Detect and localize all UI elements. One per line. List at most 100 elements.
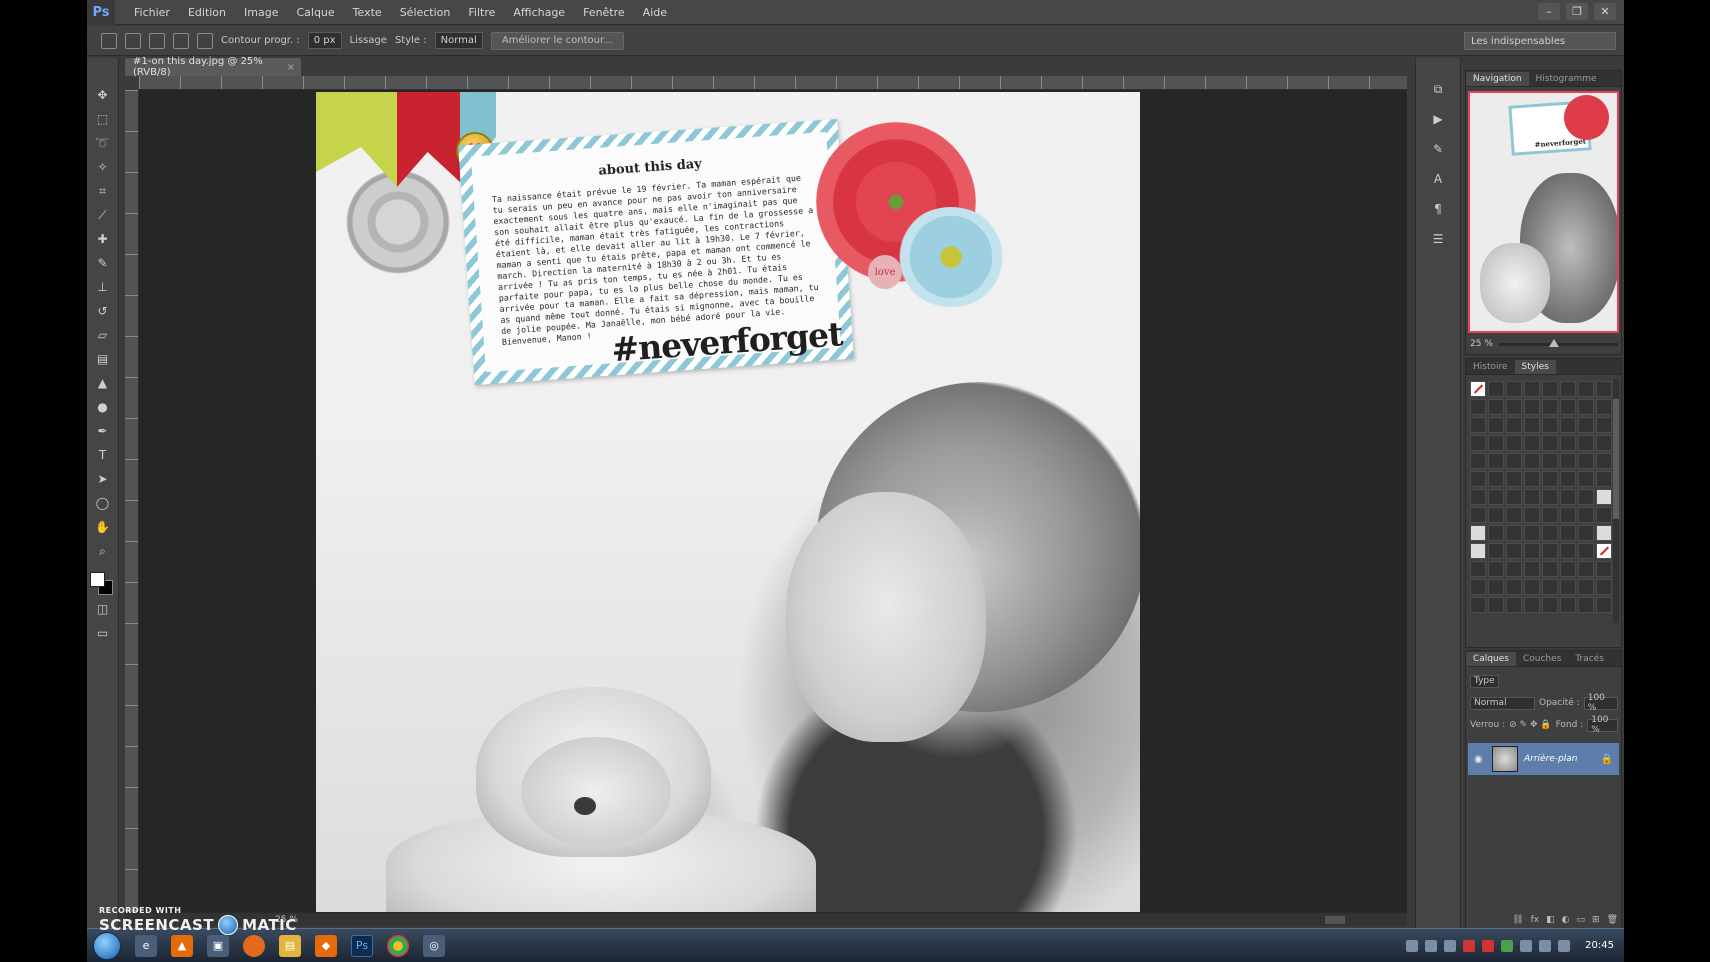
layer-background[interactable]: ◉ Arrière-plan 🔒 xyxy=(1468,743,1619,775)
tab-navigation[interactable]: Navigation xyxy=(1466,72,1529,86)
style-swatch[interactable] xyxy=(1470,381,1486,397)
styles-scroll-thumb[interactable] xyxy=(1613,399,1619,519)
paragraph-panel-icon[interactable]: ¶ xyxy=(1427,198,1449,220)
screen-mode-icon[interactable]: ▭ xyxy=(92,622,114,644)
style-swatch[interactable] xyxy=(1560,597,1576,613)
fill-input[interactable]: 100 % xyxy=(1587,715,1618,735)
style-swatch[interactable] xyxy=(1560,453,1576,469)
menu-fenetre[interactable]: Fenêtre xyxy=(574,6,634,19)
style-swatch[interactable] xyxy=(1578,399,1594,415)
taskbar-chrome-icon[interactable] xyxy=(387,934,409,957)
brushes-panel-icon[interactable]: ✎ xyxy=(1427,138,1449,160)
style-swatch[interactable] xyxy=(1542,399,1558,415)
color-swatches[interactable] xyxy=(89,572,116,598)
style-swatch[interactable] xyxy=(1542,489,1558,505)
style-swatch[interactable] xyxy=(1524,435,1540,451)
type-tool-icon[interactable]: T xyxy=(92,444,114,466)
style-swatch[interactable] xyxy=(1578,381,1594,397)
taskbar-clock[interactable]: 20:45 xyxy=(1585,940,1614,951)
feather-input[interactable]: 0 px xyxy=(307,32,342,49)
dodge-tool-icon[interactable]: ● xyxy=(92,396,114,418)
lock-icons[interactable]: ⊘ ✎ ✥ 🔒 xyxy=(1509,720,1551,730)
style-swatch[interactable] xyxy=(1488,489,1504,505)
style-swatch[interactable] xyxy=(1488,507,1504,523)
tray-power-icon[interactable] xyxy=(1558,939,1571,952)
canvas-area[interactable]: ♥ about this day Ta naissance était prév… xyxy=(139,90,1407,912)
style-swatch[interactable] xyxy=(1560,507,1576,523)
style-swatch[interactable] xyxy=(1506,543,1522,559)
actions-panel-icon[interactable]: ▶ xyxy=(1427,108,1449,130)
style-swatch[interactable] xyxy=(1470,435,1486,451)
horizontal-ruler[interactable] xyxy=(139,76,1407,90)
style-swatch[interactable] xyxy=(1524,471,1540,487)
style-swatch[interactable] xyxy=(1578,417,1594,433)
style-swatch[interactable] xyxy=(1542,543,1558,559)
style-swatch[interactable] xyxy=(1470,597,1486,613)
document-tab[interactable]: #1-on this day.jpg @ 25% (RVB/8) × xyxy=(125,56,301,78)
taskbar-app-icon[interactable]: ▣ xyxy=(207,934,229,957)
style-swatch[interactable] xyxy=(1578,597,1594,613)
style-swatch[interactable] xyxy=(1506,399,1522,415)
minimize-button[interactable]: – xyxy=(1538,3,1560,20)
taskbar-explorer-icon[interactable]: ▤ xyxy=(279,934,301,957)
layer-style-icon[interactable]: fx xyxy=(1531,915,1540,925)
taskbar-ie-icon[interactable]: e xyxy=(135,934,157,957)
menu-fichier[interactable]: Fichier xyxy=(125,6,179,19)
style-swatch[interactable] xyxy=(1578,471,1594,487)
style-swatch[interactable] xyxy=(1542,417,1558,433)
tray-volume-icon[interactable] xyxy=(1539,939,1552,952)
style-swatch[interactable] xyxy=(1578,525,1594,541)
style-swatch[interactable] xyxy=(1506,597,1522,613)
magic-wand-tool-icon[interactable]: ✧ xyxy=(92,156,114,178)
close-window-button[interactable]: ✕ xyxy=(1594,3,1616,20)
tab-history[interactable]: Histoire xyxy=(1466,360,1515,374)
shape-tool-icon[interactable]: ◯ xyxy=(92,492,114,514)
healing-brush-tool-icon[interactable]: ✚ xyxy=(92,228,114,250)
style-swatch[interactable] xyxy=(1560,561,1576,577)
style-swatch[interactable] xyxy=(1560,489,1576,505)
add-selection-icon[interactable] xyxy=(149,32,165,49)
style-swatch[interactable] xyxy=(1560,399,1576,415)
scrollbar-thumb[interactable] xyxy=(1325,916,1345,924)
style-swatch[interactable] xyxy=(1542,381,1558,397)
tray-icon-3[interactable] xyxy=(1444,939,1457,952)
link-layers-icon[interactable]: ⛓ xyxy=(1512,915,1523,925)
clone-stamp-tool-icon[interactable]: ⊥ xyxy=(92,276,114,298)
style-swatch[interactable] xyxy=(1488,399,1504,415)
style-swatch[interactable] xyxy=(1560,525,1576,541)
add-mask-icon[interactable]: ◧ xyxy=(1546,915,1555,925)
marquee-tool-icon[interactable]: ⬚ xyxy=(92,108,114,130)
intersect-selection-icon[interactable] xyxy=(197,32,213,49)
style-swatch[interactable] xyxy=(1506,471,1522,487)
style-swatch[interactable] xyxy=(1542,453,1558,469)
layer-visibility-eye-icon[interactable]: ◉ xyxy=(1474,754,1486,765)
style-swatch[interactable] xyxy=(1560,471,1576,487)
menu-filtre[interactable]: Filtre xyxy=(459,6,504,19)
style-swatch[interactable] xyxy=(1524,543,1540,559)
menu-selection[interactable]: Sélection xyxy=(391,6,460,19)
workspace-select[interactable]: Les indispensables xyxy=(1464,32,1616,50)
style-swatch[interactable] xyxy=(1470,579,1486,595)
taskbar-firefox-icon[interactable] xyxy=(243,934,265,957)
style-swatch[interactable] xyxy=(1560,543,1576,559)
subtract-selection-icon[interactable] xyxy=(173,32,189,49)
layer-kind-filter[interactable]: Type xyxy=(1470,674,1499,688)
style-swatch[interactable] xyxy=(1578,543,1594,559)
tray-icon-2[interactable] xyxy=(1425,939,1438,952)
menu-affichage[interactable]: Affichage xyxy=(504,6,574,19)
foreground-color-swatch[interactable] xyxy=(89,572,105,587)
style-swatch[interactable] xyxy=(1560,579,1576,595)
antialias-checkbox[interactable]: Lissage xyxy=(350,35,387,46)
refine-edge-button[interactable]: Améliorer le contour... xyxy=(490,31,624,50)
taskbar-screencast-icon[interactable]: ◎ xyxy=(423,934,445,957)
history-panel-icon[interactable]: ⧉ xyxy=(1427,78,1449,100)
style-swatch[interactable] xyxy=(1578,453,1594,469)
style-swatch[interactable] xyxy=(1470,507,1486,523)
style-swatch[interactable] xyxy=(1524,489,1540,505)
taskbar-photoshop-icon[interactable]: Ps xyxy=(351,934,373,957)
lasso-tool-icon[interactable]: ➰ xyxy=(92,132,114,154)
tab-histogram[interactable]: Histogramme xyxy=(1529,72,1604,86)
style-swatch[interactable] xyxy=(1524,453,1540,469)
style-swatch[interactable] xyxy=(1578,435,1594,451)
move-tool-icon[interactable]: ✥ xyxy=(92,84,114,106)
